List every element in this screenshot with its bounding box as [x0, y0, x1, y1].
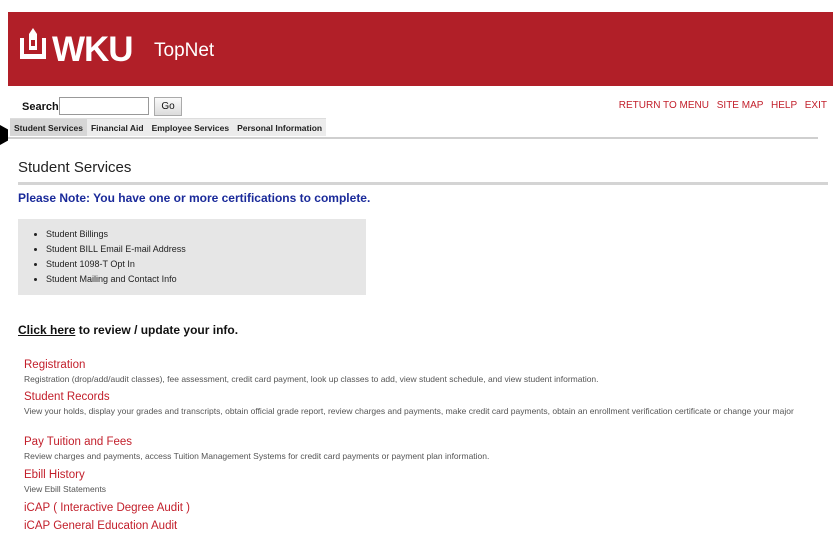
return-to-menu-link[interactable]: RETURN TO MENU: [619, 100, 709, 111]
title-divider: [18, 182, 828, 185]
tab-student-services[interactable]: Student Services: [10, 118, 87, 136]
review-text: to review / update your info.: [75, 323, 239, 337]
wku-cupola-icon: [20, 28, 46, 59]
menu-item-pay-tuition: Pay Tuition and Fees Review charges and …: [24, 434, 489, 463]
page-title: Student Services: [18, 159, 132, 176]
list-item: Student Mailing and Contact Info: [46, 272, 366, 287]
top-links: RETURN TO MENU SITE MAP HELP EXIT: [614, 100, 827, 111]
tab-divider: [8, 137, 818, 139]
go-button[interactable]: Go: [154, 97, 182, 116]
menu-item-ebill-history: Ebill History View Ebill Statements: [24, 467, 106, 496]
certification-list: Student Billings Student BILL Email E-ma…: [18, 219, 366, 287]
header-banner: WKU TopNet: [8, 12, 833, 86]
certification-note: Please Note: You have one or more certif…: [18, 191, 371, 205]
certification-list-box: Student Billings Student BILL Email E-ma…: [18, 219, 366, 295]
tab-personal-information[interactable]: Personal Information: [233, 118, 327, 136]
exit-link[interactable]: EXIT: [805, 100, 827, 111]
student-records-description: View your holds, display your grades and…: [24, 406, 794, 416]
help-link[interactable]: HELP: [771, 100, 797, 111]
menu-item-student-records: Student Records View your holds, display…: [24, 389, 819, 418]
click-here-link[interactable]: Click here: [18, 323, 75, 337]
registration-link[interactable]: Registration: [24, 357, 599, 373]
registration-description: Registration (drop/add/audit classes), f…: [24, 374, 599, 384]
menu-item-registration: Registration Registration (drop/add/audi…: [24, 357, 599, 386]
pay-tuition-description: Review charges and payments, access Tuit…: [24, 451, 490, 461]
student-records-link[interactable]: Student Records: [24, 389, 819, 405]
ebill-history-description: View Ebill Statements: [24, 484, 107, 494]
menu-item-icap: iCAP ( Interactive Degree Audit ): [24, 500, 190, 516]
tab-employee-services[interactable]: Employee Services: [147, 118, 234, 136]
review-info-line: Click here to review / update your info.: [18, 323, 238, 337]
wku-logo[interactable]: WKU: [52, 30, 134, 70]
tab-bar: Student Services Financial Aid Employee Se…: [10, 118, 327, 136]
icap-gen-ed-link[interactable]: iCAP General Education Audit: [24, 518, 177, 534]
list-item: Student 1098-T Opt In: [46, 257, 366, 272]
icap-link[interactable]: iCAP ( Interactive Degree Audit ): [24, 500, 190, 516]
list-item: Student BILL Email E-mail Address: [46, 242, 366, 257]
menu-item-icap-gen-ed: iCAP General Education Audit: [24, 518, 177, 534]
list-item: Student Billings: [46, 227, 366, 242]
search-bar: Search Go RETURN TO MENU SITE MAP HELP E…: [8, 96, 833, 120]
search-input[interactable]: [59, 97, 149, 115]
ebill-history-link[interactable]: Ebill History: [24, 467, 106, 483]
app-name: TopNet: [154, 40, 215, 61]
site-map-link[interactable]: SITE MAP: [717, 100, 764, 111]
pay-tuition-link[interactable]: Pay Tuition and Fees: [24, 434, 489, 450]
tab-financial-aid[interactable]: Financial Aid: [86, 118, 148, 136]
search-label: Search: [22, 101, 59, 113]
